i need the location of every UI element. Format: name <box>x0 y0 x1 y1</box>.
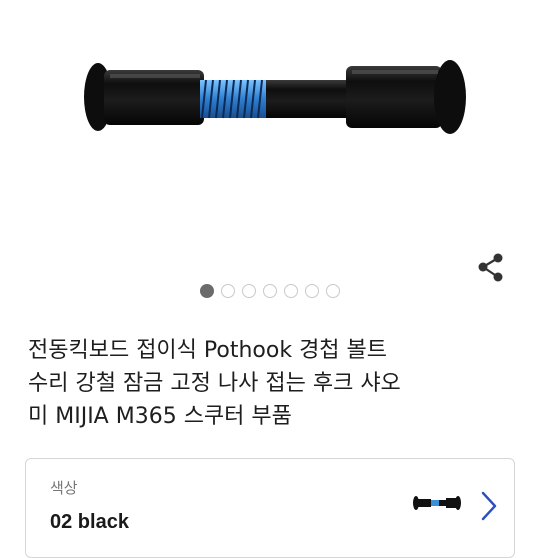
product-title-line: 수리 강철 잠금 고정 나사 접는 후크 샤오 <box>28 371 401 396</box>
option-label: 색상 <box>50 479 78 497</box>
chevron-right-icon <box>481 491 497 521</box>
gallery-dot[interactable] <box>326 284 340 298</box>
gallery-pagination <box>0 284 540 298</box>
gallery-dot[interactable] <box>305 284 319 298</box>
product-title: 전동킥보드 접이식 Pothook 경첩 볼트 수리 강철 잠금 고정 나사 접… <box>28 334 518 433</box>
gallery-dot-active[interactable] <box>200 284 214 298</box>
option-thumbnail <box>413 496 461 510</box>
gallery-dot[interactable] <box>284 284 298 298</box>
option-selector-color[interactable]: 색상 02 black <box>25 458 515 558</box>
share-button[interactable] <box>474 250 508 284</box>
product-image <box>84 60 466 134</box>
share-icon <box>478 253 503 282</box>
gallery-dot[interactable] <box>221 284 235 298</box>
product-title-line: 전동킥보드 접이식 Pothook 경첩 볼트 <box>28 338 388 363</box>
product-image-area[interactable] <box>0 0 540 300</box>
gallery-dot[interactable] <box>263 284 277 298</box>
product-title-line: 미 MIJIA M365 스쿠터 부품 <box>28 404 292 429</box>
gallery-dot[interactable] <box>242 284 256 298</box>
option-selected-value: 02 black <box>50 511 129 533</box>
